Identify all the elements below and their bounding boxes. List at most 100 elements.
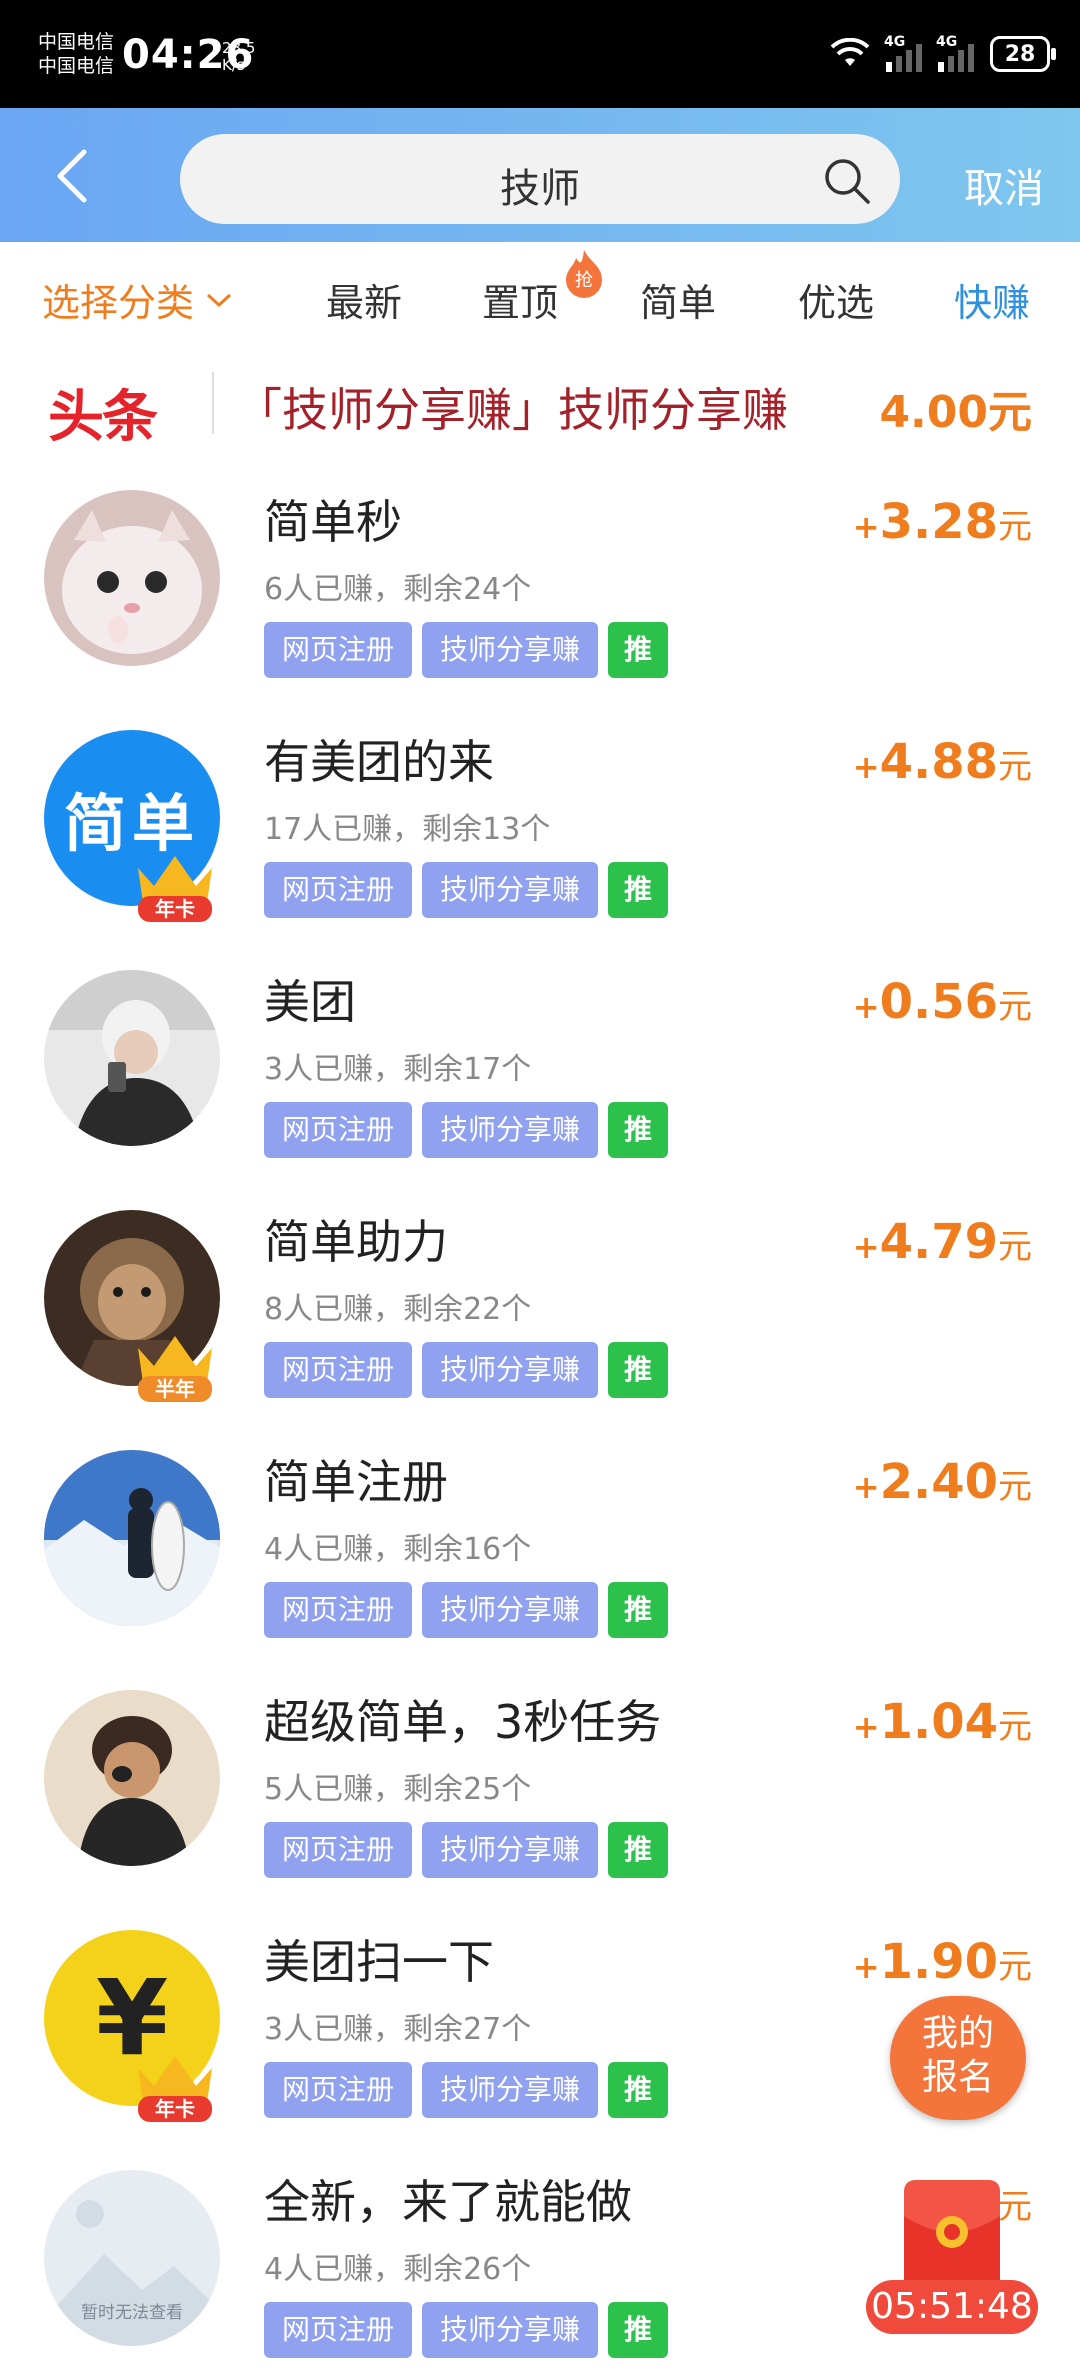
- headline-logo: 头条: [48, 385, 158, 450]
- task-tags: 网页注册 技师分享赚 推: [264, 2062, 669, 2118]
- task-title[interactable]: 简单秒: [264, 486, 402, 552]
- tag-recommended: 推: [608, 2062, 669, 2118]
- task-reward: +2.40元: [852, 1454, 1032, 1510]
- task-title[interactable]: 美团: [264, 966, 356, 1032]
- task-tags: 网页注册 技师分享赚 推: [264, 1342, 669, 1398]
- countdown-timer[interactable]: 05:51:48: [866, 2280, 1038, 2334]
- headline-text[interactable]: 「技师分享赚」技师分享赚: [236, 374, 788, 440]
- task-item[interactable]: 美团 3人已赚，剩余17个 网页注册 技师分享赚 推 +0.56元: [0, 936, 1080, 1176]
- tag-recommended: 推: [608, 862, 669, 918]
- tab-quick-earn[interactable]: 快赚: [954, 272, 1030, 327]
- task-reward: +4.79元: [852, 1214, 1032, 1270]
- filter-tabs: 选择分类 最新 置顶 抢 简单 优选 快赚: [0, 242, 1080, 352]
- tab-pinned[interactable]: 置顶: [482, 272, 558, 327]
- avatar-person: [44, 970, 220, 1146]
- hot-flame-icon: 抢: [566, 250, 602, 298]
- tag-category: 技师分享赚: [422, 622, 599, 678]
- chevron-down-icon: [207, 293, 232, 307]
- tag-recommended: 推: [608, 1342, 669, 1398]
- task-reward: +1.04元: [852, 1694, 1032, 1750]
- red-packet-icon[interactable]: [900, 2176, 1004, 2296]
- my-signup-line1[interactable]: 我的: [890, 2012, 1026, 2056]
- task-tags: 网页注册 技师分享赚 推: [264, 1582, 669, 1638]
- task-item[interactable]: 简单 年卡 有美团的来 17人已赚，剩余13个 网页注册 技师分享赚 推 +4.…: [0, 696, 1080, 936]
- carrier-2: 中国电信: [38, 55, 115, 77]
- tab-latest[interactable]: 最新: [326, 272, 402, 327]
- task-title[interactable]: 简单助力: [264, 1206, 448, 1272]
- cancel-button[interactable]: 取消: [964, 156, 1044, 214]
- tag-category: 技师分享赚: [422, 862, 599, 918]
- tag-category: 技师分享赚: [422, 1822, 599, 1878]
- signal-icon-2: 4G: [936, 34, 974, 72]
- tag-web-register: 网页注册: [264, 2062, 413, 2118]
- task-item[interactable]: 简单注册 4人已赚，剩余16个 网页注册 技师分享赚 推 +2.40元: [0, 1416, 1080, 1656]
- tag-category: 技师分享赚: [422, 1102, 599, 1158]
- task-title[interactable]: 美团扫一下: [264, 1926, 494, 1992]
- task-tags: 网页注册 技师分享赚 推: [264, 622, 669, 678]
- headline-price: 4.00元: [879, 387, 1032, 438]
- task-item[interactable]: 简单秒 6人已赚，剩余24个 网页注册 技师分享赚 推 +3.28元: [0, 456, 1080, 696]
- task-progress: 3人已赚，剩余17个: [264, 1052, 532, 1087]
- placeholder-text: 暂时无法查看: [81, 2303, 183, 2323]
- crown-badge-icon: 年卡: [138, 856, 212, 922]
- tag-web-register: 网页注册: [264, 1822, 413, 1878]
- tag-web-register: 网页注册: [264, 862, 413, 918]
- task-progress: 4人已赚，剩余26个: [264, 2252, 532, 2287]
- network-speed: 28.5 K/s: [222, 40, 255, 74]
- task-title[interactable]: 超级简单，3秒任务: [264, 1686, 661, 1752]
- tab-simple[interactable]: 简单: [640, 272, 716, 327]
- task-item[interactable]: 半年 简单助力 8人已赚，剩余22个 网页注册 技师分享赚 推 +4.79元: [0, 1176, 1080, 1416]
- tag-web-register: 网页注册: [264, 1102, 413, 1158]
- svg-text:半年: 半年: [155, 1377, 195, 1401]
- tag-category: 技师分享赚: [422, 1342, 599, 1398]
- headline-banner[interactable]: 头条 「技师分享赚」技师分享赚 4.00元: [0, 352, 1080, 456]
- tag-category: 技师分享赚: [422, 2062, 599, 2118]
- svg-text:年卡: 年卡: [155, 2097, 195, 2121]
- divider: [212, 372, 214, 434]
- my-signup-button[interactable]: 我的 报名: [890, 1996, 1026, 2120]
- tag-recommended: 推: [608, 622, 669, 678]
- hot-badge-label: 抢: [575, 270, 593, 291]
- task-tags: 网页注册 技师分享赚 推: [264, 1822, 669, 1878]
- avatar-cat: [44, 490, 220, 666]
- task-tags: 网页注册 技师分享赚 推: [264, 1102, 669, 1158]
- task-item[interactable]: 超级简单，3秒任务 5人已赚，剩余25个 网页注册 技师分享赚 推 +1.04元: [0, 1656, 1080, 1896]
- tag-web-register: 网页注册: [264, 622, 413, 678]
- task-tags: 网页注册 技师分享赚 推: [264, 862, 669, 918]
- tag-category: 技师分享赚: [422, 2302, 599, 2358]
- tag-recommended: 推: [608, 2302, 669, 2358]
- task-reward: +1.90元: [852, 1934, 1032, 1990]
- status-icons: 4G 4G 28: [830, 34, 1056, 72]
- tag-web-register: 网页注册: [264, 1582, 413, 1638]
- carrier-labels: 中国电信 中国电信: [38, 30, 114, 78]
- task-title[interactable]: 简单注册: [264, 1446, 448, 1512]
- tab-featured[interactable]: 优选: [798, 272, 874, 327]
- svg-text:年卡: 年卡: [155, 897, 195, 921]
- avatar-placeholder: 暂时无法查看: [44, 2170, 220, 2346]
- signal-icon-1: 4G: [884, 34, 922, 72]
- task-progress: 8人已赚，剩余22个: [264, 1292, 532, 1327]
- category-selector[interactable]: 选择分类: [42, 272, 234, 327]
- task-progress: 6人已赚，剩余24个: [264, 572, 532, 607]
- my-signup-line2[interactable]: 报名: [890, 2056, 1026, 2100]
- task-title[interactable]: 全新，来了就能做: [264, 2166, 632, 2232]
- task-progress: 5人已赚，剩余25个: [264, 1772, 532, 1807]
- category-label[interactable]: 选择分类: [42, 272, 194, 327]
- battery-icon: 28: [990, 36, 1056, 72]
- search-icon[interactable]: [822, 156, 872, 206]
- task-progress: 4人已赚，剩余16个: [264, 1532, 532, 1567]
- task-reward: +0.56元: [852, 974, 1032, 1030]
- task-title[interactable]: 有美团的来: [264, 726, 494, 792]
- speed-value: 28.5: [222, 39, 256, 57]
- task-progress: 3人已赚，剩余27个: [264, 2012, 532, 2047]
- back-arrow-icon[interactable]: [46, 146, 106, 206]
- tag-recommended: 推: [608, 1822, 669, 1878]
- network-type-1: 4G: [884, 34, 906, 50]
- carrier-1: 中国电信: [38, 31, 115, 53]
- avatar-snowboarder: [44, 1450, 220, 1626]
- crown-badge-icon: 半年: [138, 1336, 212, 1402]
- search-input[interactable]: 技师: [180, 134, 900, 224]
- search-query[interactable]: 技师: [180, 156, 900, 214]
- tag-category: 技师分享赚: [422, 1582, 599, 1638]
- crown-badge-icon: 年卡: [138, 2056, 212, 2122]
